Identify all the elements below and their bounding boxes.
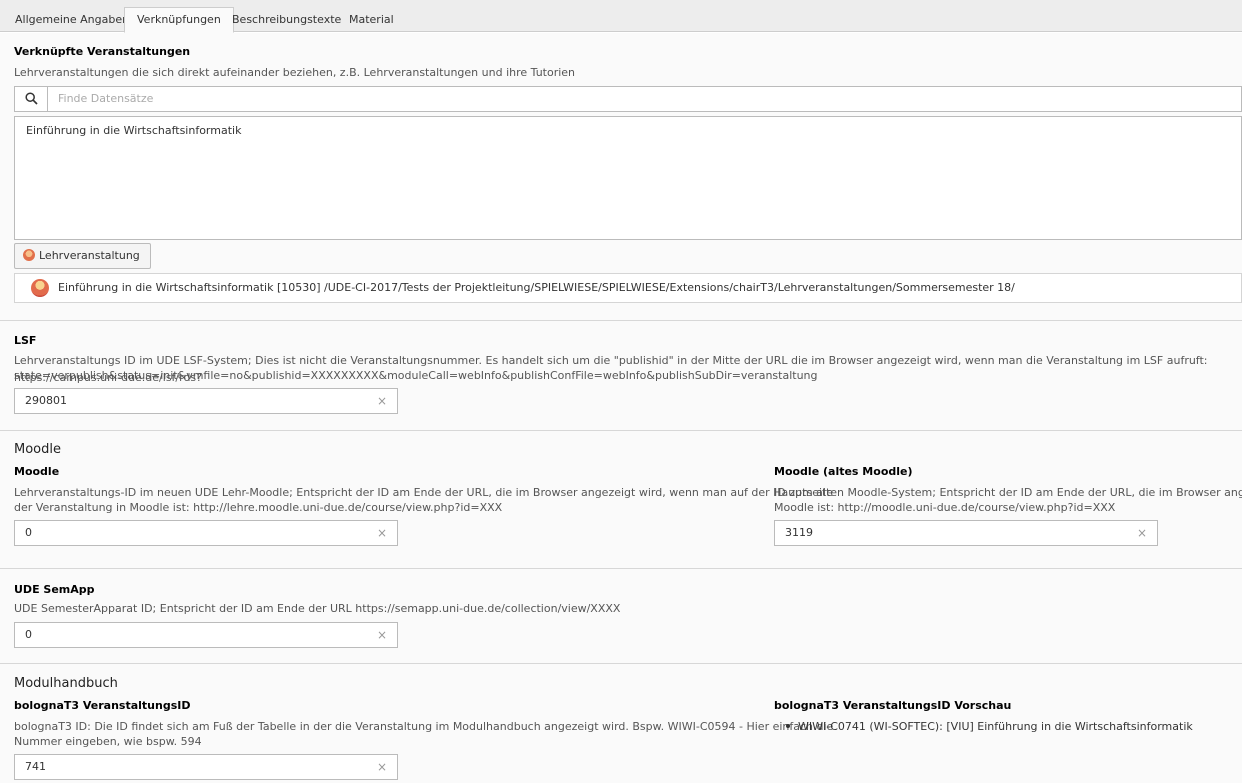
moodle-old-id-input[interactable]: 3119 × [774, 520, 1158, 546]
clear-icon[interactable]: × [1137, 521, 1147, 545]
moodle-old-description-line2: Moodle ist: http://moodle.uni-due.de/cou… [774, 501, 1116, 514]
moodle-heading: Moodle [14, 442, 61, 457]
search-icon [25, 92, 38, 105]
tab-allgemeine-angaben[interactable]: Allgemeine Angaben [2, 7, 142, 33]
moodle-new-id-value: 0 [25, 526, 32, 539]
bologna-preview-item: WIWI-C0741 (WI-SOFTEC): [VIU] Einführung… [798, 720, 1193, 733]
bologna-preview-title: bolognaT3 VeranstaltungsID Vorschau [774, 699, 1012, 712]
moodle-new-title: Moodle [14, 465, 60, 478]
semapp-id-input[interactable]: 0 × [14, 622, 398, 648]
bullet-icon [786, 724, 790, 728]
bologna-preview-list: WIWI-C0741 (WI-SOFTEC): [VIU] Einführung… [786, 720, 1193, 733]
record-path-text: Einführung in die Wirtschaftsinformatik … [58, 281, 1015, 294]
clear-icon[interactable]: × [377, 755, 387, 779]
lsf-id-value: 290801 [25, 394, 67, 407]
moodle-new-id-input[interactable]: 0 × [14, 520, 398, 546]
linked-records-select[interactable]: Einführung in die Wirtschaftsinformatik [14, 116, 1242, 240]
semapp-description: UDE SemesterApparat ID; Entspricht der I… [14, 602, 621, 615]
bologna-id-value: 741 [25, 760, 46, 773]
record-icon [31, 279, 49, 297]
semapp-id-value: 0 [25, 628, 32, 641]
clear-icon[interactable]: × [377, 623, 387, 647]
clear-icon[interactable]: × [377, 389, 387, 413]
tab-verknuepfungen[interactable]: Verknüpfungen [124, 7, 234, 33]
record-search-field[interactable]: Finde Datensätze [14, 86, 1242, 112]
lsf-description-line2: state=verpublish&status=init&vmfile=no&p… [14, 369, 818, 382]
linked-description: Lehrveranstaltungen die sich direkt aufe… [14, 66, 576, 79]
moodle-old-title: Moodle (altes Moodle) [774, 465, 913, 478]
moodle-new-description-line2: der Veranstaltung in Moodle ist: http://… [14, 501, 503, 514]
add-lehrveranstaltung-button[interactable]: Lehrveranstaltung [14, 243, 151, 269]
search-placeholder: Finde Datensätze [58, 92, 154, 105]
search-button[interactable] [15, 87, 48, 111]
bologna-id-input[interactable]: 741 × [14, 754, 398, 780]
bologna-id-title: bolognaT3 VeranstaltungsID [14, 699, 191, 712]
clear-icon[interactable]: × [377, 521, 387, 545]
selected-record-option[interactable]: Einführung in die Wirtschaftsinformatik [26, 124, 241, 137]
lsf-id-input[interactable]: 290801 × [14, 388, 398, 414]
linked-title: Verknüpfte Veranstaltungen [14, 45, 191, 58]
semapp-title: UDE SemApp [14, 583, 95, 596]
add-button-label: Lehrveranstaltung [39, 249, 140, 262]
tab-bar: Allgemeine Angaben Verknüpfungen Beschre… [0, 0, 1242, 33]
lsf-title: LSF [14, 334, 37, 347]
modulhandbuch-heading: Modulhandbuch [14, 676, 118, 691]
tab-beschreibungstexte[interactable]: Beschreibungstexte [219, 7, 354, 33]
tab-material[interactable]: Material [336, 7, 407, 33]
lehrveranstaltung-icon [23, 249, 35, 261]
moodle-old-id-value: 3119 [785, 526, 813, 539]
bologna-id-description-line2: Nummer eingeben, wie bspw. 594 [14, 735, 202, 748]
linked-record-row[interactable]: Einführung in die Wirtschaftsinformatik … [14, 273, 1242, 303]
